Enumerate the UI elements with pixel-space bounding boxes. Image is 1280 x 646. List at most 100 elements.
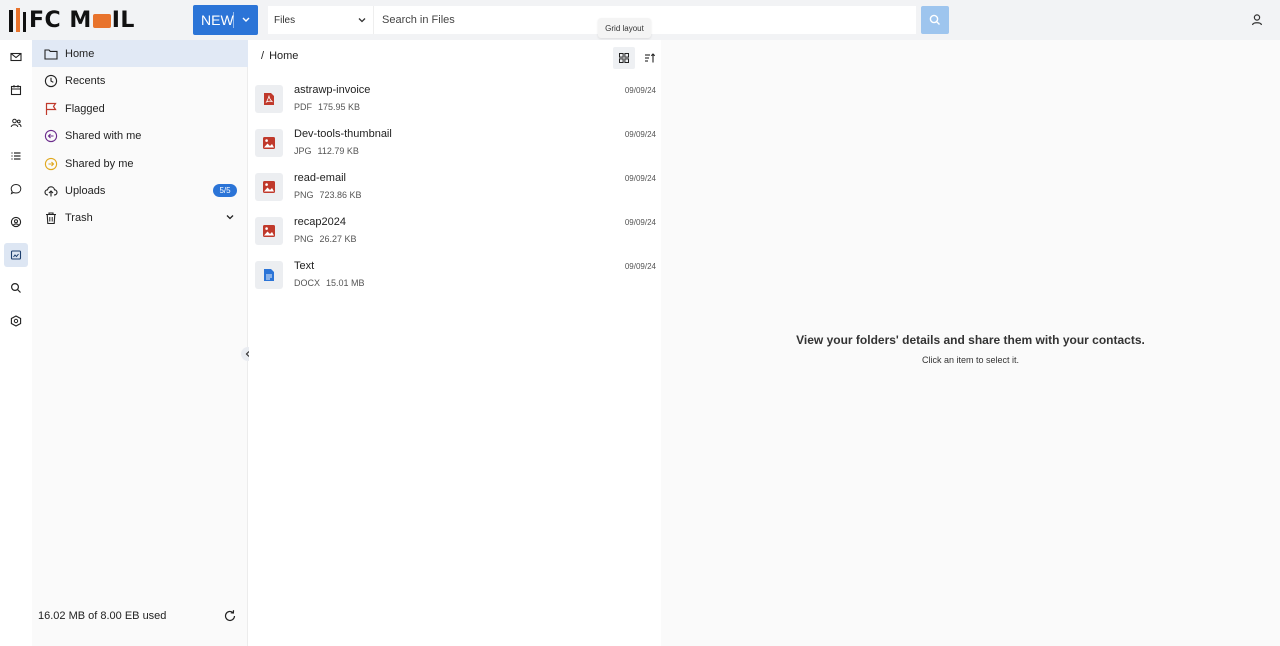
sidebar: Home Recents Flagged Shared with me Shar…	[32, 40, 248, 646]
new-button-label: NEW	[201, 12, 234, 28]
logo-text-left: FC M	[29, 7, 92, 33]
grid-layout-tooltip: Grid layout	[598, 18, 651, 38]
pdf-icon	[264, 93, 274, 105]
sidebar-item-home[interactable]: Home	[32, 40, 248, 67]
breadcrumb-home[interactable]: Home	[269, 50, 298, 62]
tasks-icon	[11, 152, 21, 160]
sidebar-item-label: Shared by me	[65, 157, 134, 170]
file-size: 175.95 KB	[318, 102, 361, 112]
grid-layout-button[interactable]	[613, 47, 635, 69]
rail-tasks[interactable]	[4, 144, 28, 168]
logo-envelope-icon	[92, 14, 111, 28]
search-scope-value: Files	[274, 14, 296, 26]
image-icon	[263, 137, 275, 149]
grid-icon	[619, 53, 629, 63]
sidebar-item-trash[interactable]: Trash	[32, 204, 248, 231]
file-meta: JPG 112.79 KB	[294, 146, 359, 156]
trash-icon	[46, 211, 56, 224]
document-icon	[264, 269, 274, 281]
rail-settings[interactable]	[4, 309, 28, 333]
rail-search[interactable]	[4, 276, 28, 300]
rail-support[interactable]	[4, 210, 28, 234]
file-type: PDF	[294, 102, 312, 112]
rail-chat[interactable]	[4, 177, 28, 201]
file-name: Dev-tools-thumbnail	[294, 128, 392, 140]
file-size: 15.01 MB	[326, 278, 365, 288]
clock-icon	[44, 74, 58, 87]
support-icon	[10, 216, 22, 228]
file-date: 09/09/24	[624, 218, 656, 227]
file-thumbnail	[255, 85, 283, 113]
rail-calendar[interactable]	[4, 78, 28, 102]
sidebar-item-uploads[interactable]: Uploads 5/5	[32, 177, 248, 204]
rail-mail[interactable]	[4, 45, 28, 69]
search-bar: Files	[268, 6, 916, 34]
sidebar-item-label: Recents	[65, 74, 106, 87]
new-button-divider	[233, 12, 234, 28]
file-type: JPG	[294, 146, 312, 156]
sidebar-item-label: Trash	[65, 211, 93, 224]
sidebar-item-recents[interactable]: Recents	[32, 67, 248, 94]
shared-in-icon	[44, 129, 58, 142]
search-scope-select[interactable]: Files	[268, 6, 374, 34]
files-icon	[10, 250, 22, 260]
file-size: 723.86 KB	[319, 190, 362, 200]
sort-button[interactable]	[639, 47, 661, 69]
file-type: PNG	[294, 234, 314, 244]
sidebar-item-label: Flagged	[65, 102, 105, 115]
user-account-icon[interactable]	[1249, 12, 1265, 28]
sidebar-item-flagged[interactable]: Flagged	[32, 95, 248, 122]
calendar-icon	[10, 85, 22, 96]
file-thumbnail	[255, 129, 283, 157]
chevron-down-icon[interactable]	[224, 211, 236, 223]
rail-contacts[interactable]	[4, 111, 28, 135]
image-icon	[263, 181, 275, 193]
sidebar-item-shared-with-me[interactable]: Shared with me	[32, 122, 248, 149]
app-logo[interactable]: FC M IL	[6, 4, 135, 36]
file-type: DOCX	[294, 278, 321, 288]
shared-out-icon	[44, 157, 58, 170]
app-rail	[0, 40, 32, 646]
file-name: read-email	[294, 172, 346, 184]
file-type: PNG	[294, 190, 314, 200]
breadcrumb-separator: /	[261, 50, 265, 62]
contacts-icon	[10, 118, 22, 128]
file-size: 26.27 KB	[319, 234, 357, 244]
mail-icon	[10, 52, 22, 62]
image-icon	[263, 225, 275, 237]
file-date: 09/09/24	[624, 86, 656, 95]
search-icon	[929, 14, 940, 25]
new-button[interactable]: NEW	[193, 5, 258, 35]
storage-usage: 16.02 MB of 8.00 EB used	[38, 610, 167, 622]
rail-files[interactable]	[4, 243, 28, 267]
detail-panel: View your folders' details and share the…	[661, 40, 1280, 646]
sidebar-item-label: Home	[65, 47, 95, 60]
file-row[interactable]: recap2024 PNG 26.27 KB 09/09/24	[249, 213, 661, 257]
breadcrumb: / Home	[261, 50, 298, 62]
logo-text-right: IL	[111, 7, 135, 33]
sort-icon	[645, 53, 656, 63]
file-row[interactable]: astrawp-invoice PDF 175.95 KB 09/09/24	[249, 81, 661, 125]
file-name: astrawp-invoice	[294, 84, 371, 96]
refresh-icon[interactable]	[223, 609, 237, 623]
file-date: 09/09/24	[624, 174, 656, 183]
file-row[interactable]: Text DOCX 15.01 MB 09/09/24	[249, 257, 661, 301]
file-date: 09/09/24	[624, 130, 656, 139]
detail-empty-title: View your folders' details and share the…	[796, 333, 1145, 347]
file-row[interactable]: Dev-tools-thumbnail JPG 112.79 KB 09/09/2…	[249, 125, 661, 169]
sidebar-item-label: Shared with me	[65, 129, 142, 142]
chevron-down-icon	[358, 18, 366, 23]
search-button[interactable]	[921, 6, 949, 34]
sidebar-item-shared-by-me[interactable]: Shared by me	[32, 150, 248, 177]
chevron-down-icon[interactable]	[239, 11, 253, 27]
file-list-panel: / Home astrawp-invoice PDF 175.95 KB 09/…	[249, 40, 661, 646]
file-meta: DOCX 15.01 MB	[294, 278, 365, 288]
file-name: recap2024	[294, 216, 346, 228]
uploads-badge: 5/5	[213, 184, 237, 197]
file-meta: PDF 175.95 KB	[294, 102, 360, 112]
file-row[interactable]: read-email PNG 723.86 KB 09/09/24	[249, 169, 661, 213]
file-name: Text	[294, 260, 315, 272]
file-thumbnail	[255, 217, 283, 245]
file-meta: PNG 723.86 KB	[294, 190, 362, 200]
file-size: 112.79 KB	[317, 146, 359, 156]
